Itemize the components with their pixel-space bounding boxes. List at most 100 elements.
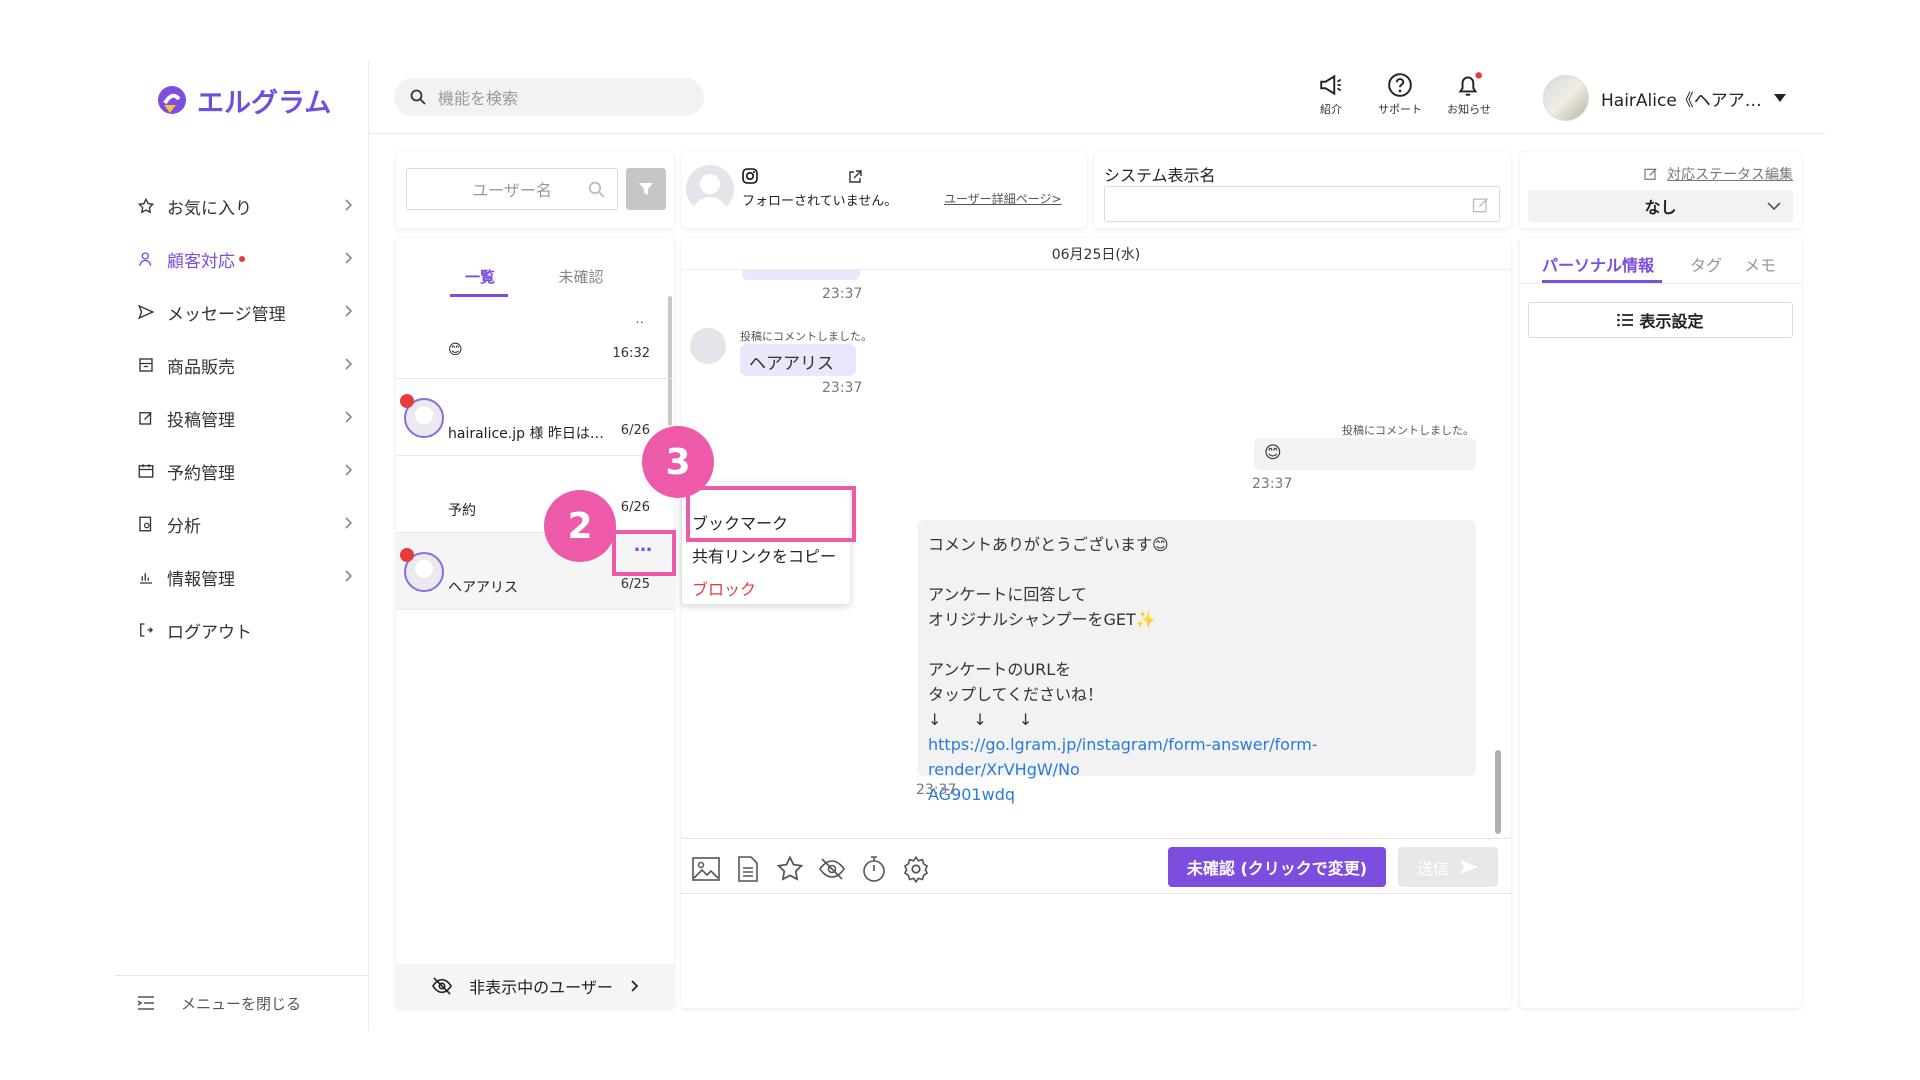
settings-button[interactable] — [900, 853, 932, 885]
message-text: ヘアアリス — [749, 354, 834, 374]
collapse-menu-button[interactable]: メニューを閉じる — [115, 975, 369, 1030]
brand-logo[interactable]: エルグラム — [155, 80, 331, 120]
hide-button[interactable] — [816, 853, 848, 885]
sidebar-item-label: メッセージ管理 — [167, 304, 286, 325]
edit-icon — [1644, 168, 1657, 180]
hidden-users-button[interactable]: 非表示中のユーザー — [396, 964, 674, 1008]
unread-dot — [400, 548, 414, 562]
support-label: サポート — [1378, 103, 1422, 116]
conv-time: 6/25 — [620, 577, 650, 592]
filter-button[interactable] — [626, 168, 666, 210]
sidebar-item-posts[interactable]: 投稿管理 — [135, 400, 355, 436]
avatar — [686, 165, 734, 213]
chevron-right-icon — [345, 199, 353, 211]
star-icon — [776, 855, 804, 881]
notifications-button[interactable]: お知らせ — [1439, 72, 1499, 122]
sidebar-item-label: 予約管理 — [167, 463, 235, 484]
list-item[interactable]: ‥ 😊 16:32 — [396, 302, 674, 379]
annotation-step-3: 3 — [642, 426, 714, 498]
chevron-right-icon — [345, 517, 353, 529]
message-bubble: コメントありがとうございます😊 アンケートに回答して オリジナルシャンプーをGE… — [918, 520, 1476, 804]
message-line: オリジナルシャンプーをGET✨ — [928, 610, 1156, 629]
search-input[interactable]: 機能を検索 — [438, 85, 518, 109]
help-icon — [1388, 73, 1412, 97]
user-detail-link[interactable]: ユーザー詳細ページ> — [944, 190, 1062, 207]
status-select[interactable]: なし — [1528, 190, 1793, 222]
person-icon — [135, 248, 157, 270]
status-value: なし — [1644, 198, 1677, 217]
system-name-label: システム表示名 — [1104, 166, 1216, 185]
chat-scrollbar[interactable] — [1495, 750, 1501, 834]
message-line: アンケートのURLを — [928, 660, 1072, 679]
user-menu[interactable]: HairAlice《ヘアア… — [1543, 74, 1786, 122]
form-link[interactable]: https://go.lgram.jp/instagram/form-answe… — [928, 735, 1318, 779]
sidebar-item-analytics[interactable]: 分析 — [135, 506, 355, 542]
message-toolbar: 未確認 (クリックで変更) 送信 — [682, 838, 1510, 894]
message-line: ↓ ↓ ↓ — [928, 710, 1033, 729]
sidebar-item-reservations[interactable]: 予約管理 — [135, 453, 355, 489]
logout-icon — [135, 619, 157, 641]
notifications-label: お知らせ — [1447, 103, 1491, 116]
annotation-step-2: 2 — [544, 490, 616, 562]
tab-unread[interactable]: 未確認 — [541, 266, 621, 287]
sidebar-item-logout[interactable]: ログアウト — [135, 612, 355, 648]
system-name-input[interactable] — [1104, 186, 1500, 222]
calendar-icon — [135, 460, 157, 482]
sidebar-item-customer[interactable]: 顧客対応 — [135, 241, 355, 277]
conv-time: 6/26 — [620, 423, 650, 438]
mark-unread-button[interactable]: 未確認 (クリックで変更) — [1168, 847, 1386, 887]
sidebar-item-label: ログアウト — [167, 622, 252, 643]
sidebar-item-sales[interactable]: 商品販売 — [135, 347, 355, 383]
eye-off-icon — [819, 858, 845, 880]
image-button[interactable] — [690, 853, 722, 885]
intro-button[interactable]: 紹介 — [1301, 72, 1361, 122]
sidebar-item-label: 商品販売 — [167, 357, 235, 378]
gear-icon — [903, 855, 929, 883]
tab-tags[interactable]: タグ — [1690, 252, 1722, 276]
list-item[interactable]: 予約 6/26 — [396, 456, 674, 533]
row-extra: ‥ — [635, 312, 644, 327]
chevron-down-icon — [1767, 202, 1781, 211]
search-icon — [588, 181, 605, 198]
sidebar-item-label: 情報管理 — [167, 569, 235, 590]
message-bubble-cut — [742, 270, 860, 280]
send-icon — [1460, 860, 1478, 874]
template-button[interactable] — [732, 853, 764, 885]
image-icon — [692, 857, 720, 881]
conv-name: 予約 — [448, 503, 476, 519]
unread-button-label: 未確認 (クリックで変更) — [1186, 859, 1368, 878]
eye-off-icon — [432, 977, 453, 995]
chevron-right-icon — [345, 464, 353, 476]
instagram-icon — [742, 168, 758, 184]
tab-all[interactable]: 一覧 — [440, 266, 520, 287]
highlight-more-button — [612, 530, 676, 576]
document-icon — [738, 856, 758, 882]
profile-card: フォローされていません。 ユーザー詳細ページ> — [682, 152, 1086, 228]
list-item[interactable]: hairalice.jp 様 昨日は… 6/26 — [396, 379, 674, 456]
send-label: 送信 — [1416, 859, 1449, 878]
timer-button[interactable] — [858, 853, 890, 885]
annotation-number: 2 — [567, 505, 593, 547]
bookmark-button[interactable] — [774, 853, 806, 885]
send-button[interactable]: 送信 — [1398, 847, 1498, 887]
date-divider: 06月25日(水) — [682, 238, 1510, 270]
sidebar-item-info[interactable]: 情報管理 — [135, 559, 355, 595]
sidebar-item-label: 顧客対応 — [167, 251, 235, 272]
user-search-input[interactable]: ユーザー名 — [406, 168, 618, 210]
sidebar-item-favorites[interactable]: お気に入り — [135, 188, 355, 224]
display-settings-button[interactable]: 表示設定 — [1528, 302, 1793, 338]
right-panel: パーソナル情報 タグ メモ 表示設定 — [1520, 238, 1801, 1008]
collapse-label: メニューを閉じる — [181, 994, 302, 1013]
tab-memo[interactable]: メモ — [1744, 252, 1776, 276]
avatar — [690, 328, 726, 364]
sidebar-item-messages[interactable]: メッセージ管理 — [135, 294, 355, 330]
search-icon — [410, 89, 426, 105]
feature-search[interactable]: 機能を検索 — [394, 78, 704, 116]
chart-search-icon — [135, 513, 157, 535]
conv-name: hairalice.jp 様 昨日は… — [448, 426, 604, 442]
menu-item-copy-link[interactable]: 共有リンクをコピー — [692, 543, 836, 567]
support-button[interactable]: サポート — [1370, 72, 1430, 122]
tab-personal-info[interactable]: パーソナル情報 — [1542, 252, 1654, 276]
menu-item-block[interactable]: ブロック — [692, 576, 756, 600]
edit-status-link[interactable]: 対応ステータス編集 — [1643, 164, 1793, 184]
